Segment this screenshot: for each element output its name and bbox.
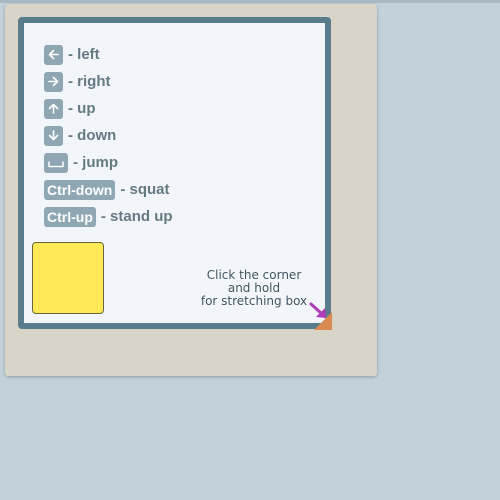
control-label: - stand up [100, 208, 173, 225]
control-label: - up [68, 100, 96, 117]
control-down: - down [44, 122, 173, 149]
arrow-right-icon [44, 71, 63, 92]
control-jump: - jump [44, 149, 173, 176]
spacebar-icon [44, 152, 68, 173]
arrow-up-icon [44, 98, 63, 119]
player-block[interactable] [32, 242, 104, 314]
arrow-down-icon [44, 125, 63, 146]
ctrl-down-key: Ctrl-down [44, 179, 116, 200]
ctrl-up-key: Ctrl-up [44, 206, 96, 227]
game-box: - left - right - up - down - jump Ctrl-d… [18, 17, 331, 329]
top-strip [0, 0, 500, 3]
control-squat: Ctrl-down - squat [44, 176, 173, 203]
control-right: - right [44, 68, 173, 95]
control-label: - jump [73, 154, 118, 171]
control-up: - up [44, 95, 173, 122]
arrow-left-icon [44, 44, 63, 65]
control-label: - squat [120, 181, 170, 198]
control-left: - left [44, 41, 173, 68]
control-label: - right [68, 73, 111, 90]
control-label: - left [68, 46, 100, 63]
outer-panel: - left - right - up - down - jump Ctrl-d… [5, 4, 377, 376]
control-label: - down [68, 127, 117, 144]
resize-handle-icon[interactable] [314, 312, 332, 330]
control-stand-up: Ctrl-up - stand up [44, 203, 173, 230]
controls-list: - left - right - up - down - jump Ctrl-d… [44, 41, 173, 230]
